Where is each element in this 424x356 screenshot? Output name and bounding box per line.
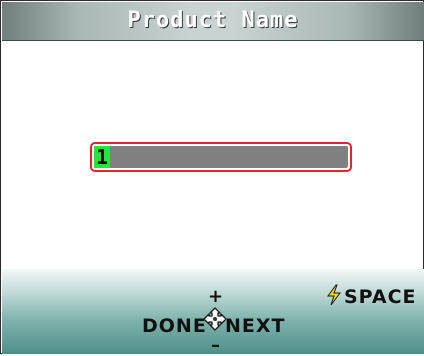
title-bar: Product Name	[2, 2, 424, 41]
product-name-input[interactable]: 1	[90, 142, 352, 172]
plus-indicator: +	[208, 286, 224, 307]
page-title: Product Name	[127, 8, 299, 33]
input-fill	[94, 146, 348, 168]
minus-indicator: –	[211, 335, 220, 356]
space-softkey[interactable]: SPACE	[344, 286, 417, 308]
device-screen: Product Name 1 + – DONE NEXT SPACE	[0, 0, 424, 356]
input-cursor-character[interactable]: 1	[94, 146, 110, 168]
lightning-bolt-icon	[327, 284, 341, 306]
done-softkey[interactable]: DONE	[142, 315, 207, 337]
next-softkey[interactable]: NEXT	[225, 315, 286, 337]
